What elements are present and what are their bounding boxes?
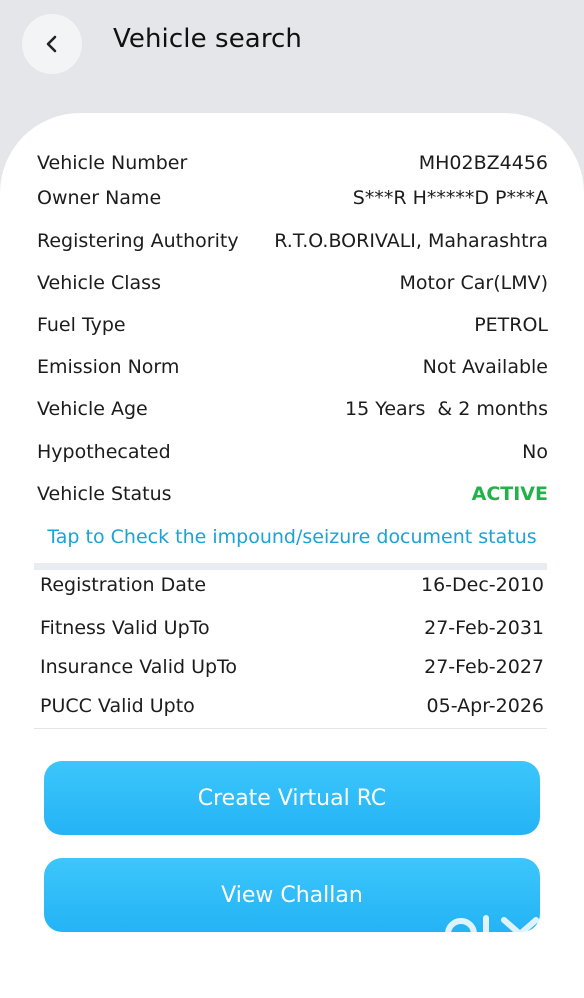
svg-text:india: india — [518, 955, 533, 962]
detail-value: Motor Car(LMV) — [399, 272, 548, 294]
detail-label: Vehicle Class — [37, 272, 161, 294]
detail-label: Vehicle Age — [37, 398, 148, 420]
detail-row-hypothecated: Hypothecated No — [37, 441, 548, 463]
validity-value: 27-Feb-2027 — [424, 656, 544, 678]
validity-label: PUCC Valid Upto — [40, 695, 195, 717]
validity-row-registration-date: Registration Date 16-Dec-2010 — [40, 574, 544, 596]
validity-row-insurance: Insurance Valid UpTo 27-Feb-2027 — [40, 656, 544, 678]
detail-value: S***R H*****D P***A — [352, 187, 548, 209]
create-virtual-rc-button[interactable]: Create Virtual RC — [44, 761, 540, 835]
detail-label: Vehicle Status — [37, 483, 172, 505]
detail-row-vehicle-status: Vehicle Status ACTIVE — [37, 483, 548, 505]
validity-label: Insurance Valid UpTo — [40, 656, 238, 678]
detail-value: Not Available — [422, 356, 548, 378]
olx-watermark-logo: india — [445, 915, 539, 962]
detail-value: PETROL — [474, 314, 548, 336]
page-title: Vehicle search — [113, 24, 303, 54]
detail-row-owner-name: Owner Name S***R H*****D P***A — [37, 187, 548, 209]
validity-label: Fitness Valid UpTo — [40, 617, 210, 639]
detail-row-vehicle-age: Vehicle Age 15 Years & 2 months — [37, 398, 548, 420]
validity-value: 05-Apr-2026 — [426, 695, 544, 717]
detail-row-vehicle-class: Vehicle Class Motor Car(LMV) — [37, 272, 548, 294]
detail-value: No — [522, 441, 548, 463]
detail-value: R.T.O.BORIVALI, Maharashtra — [274, 230, 548, 252]
section-divider — [34, 728, 547, 729]
section-divider — [34, 563, 547, 570]
detail-row-emission-norm: Emission Norm Not Available — [37, 356, 548, 378]
validity-value: 27-Feb-2031 — [424, 617, 544, 639]
back-button[interactable] — [22, 14, 82, 74]
validity-row-pucc: PUCC Valid Upto 05-Apr-2026 — [40, 695, 544, 717]
detail-row-registering-authority: Registering Authority R.T.O.BORIVALI, Ma… — [37, 230, 548, 252]
impound-status-link[interactable]: Tap to Check the impound/seizure documen… — [0, 526, 584, 548]
detail-label: Vehicle Number — [37, 152, 188, 174]
status-badge: ACTIVE — [471, 483, 548, 505]
validity-value: 16-Dec-2010 — [420, 574, 544, 596]
detail-label: Owner Name — [37, 187, 162, 209]
detail-label: Registering Authority — [37, 230, 239, 252]
detail-label: Emission Norm — [37, 356, 180, 378]
validity-row-fitness: Fitness Valid UpTo 27-Feb-2031 — [40, 617, 544, 639]
validity-label: Registration Date — [40, 574, 207, 596]
detail-row-vehicle-number: Vehicle Number MH02BZ4456 — [37, 152, 548, 174]
detail-row-fuel-type: Fuel Type PETROL — [37, 314, 548, 336]
detail-label: Fuel Type — [37, 314, 126, 336]
chevron-left-icon — [46, 35, 57, 53]
header: Vehicle search — [0, 0, 584, 120]
detail-label: Hypothecated — [37, 441, 171, 463]
detail-value: 15 Years & 2 months — [345, 398, 548, 420]
detail-value: MH02BZ4456 — [418, 152, 548, 174]
